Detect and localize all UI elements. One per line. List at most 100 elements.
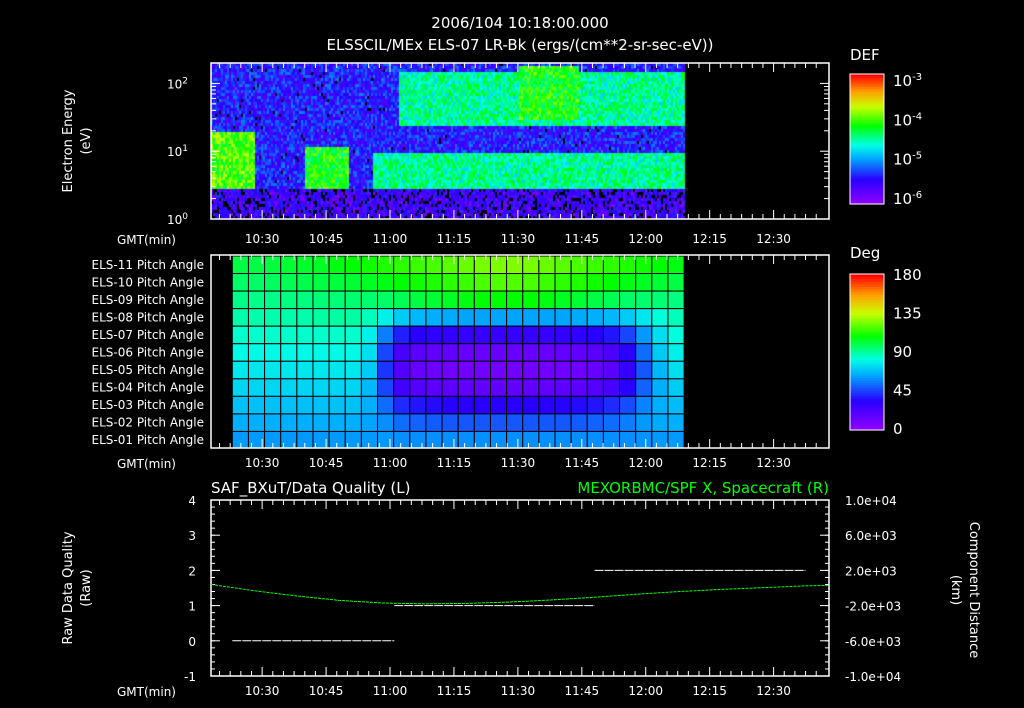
panel3-ylabel-left-unit: (Raw) [79,569,94,607]
pitch-cell [651,360,669,380]
panel1-xlabel: GMT(min) [117,233,176,247]
plot-canvas: 2006/104 10:18:00.000 ELSSCIL/MEx ELS-07… [61,14,981,699]
pitch-cell [425,343,443,362]
pitch-cell [312,413,330,432]
pitch-cell [635,378,653,397]
pitch-cell [570,290,588,310]
pitch-cell [538,273,556,292]
colorbar2-tick-label: 45 [893,382,912,400]
pitch-cell [328,413,346,432]
pitch-cell [312,378,330,397]
pitch-cell [344,378,362,397]
y-tick-label: 101 [167,144,188,159]
row-label-els-11: ELS-11 Pitch Angle [92,258,204,272]
pitch-cell [602,325,621,345]
pitch-cell [651,273,669,292]
x-tick-label: 11:15 [437,232,472,246]
pitch-cell [425,273,443,292]
panel3-title-left: SAF_BXuT/Data Quality (L) [211,479,411,498]
pitch-cell [441,360,459,380]
pitch-cell [667,360,685,380]
pitch-cell [328,273,346,292]
pitch-cell [473,430,491,450]
pitch-cell [602,290,621,310]
pitch-cell [247,343,266,362]
y-tick-label: 100 [167,212,188,227]
pitch-cell [231,325,249,345]
pitch-cell [635,325,653,345]
x-tick-label: 12:00 [628,232,663,246]
pitch-cell [602,430,621,450]
x-tick-label: 10:45 [309,456,344,470]
panel3-title-right: MEXORBMC/SPF X, Spacecraft (R) [577,479,829,497]
x-tick-label: 10:30 [245,684,280,698]
panel3-frame [210,499,830,677]
pitch-cell [296,395,314,415]
pitch-cell [377,290,395,310]
pitch-cell [619,255,637,275]
pitch-cell [538,430,556,450]
pitch-cell [602,395,621,415]
pitch-cell [489,395,508,415]
row-label-els-07: ELS-07 Pitch Angle [92,328,204,342]
pitch-cell [360,413,379,432]
pitch-cell [489,325,508,345]
pitch-cell [360,325,379,345]
pitch-cell [328,325,346,345]
spectrogram-image [211,63,829,219]
pitch-cell [264,413,282,432]
x-tick-label: 12:15 [692,232,727,246]
pitch-cell [296,413,314,432]
pitch-cell [473,255,491,275]
pitch-cell [409,273,427,292]
pitch-cell [570,378,588,397]
y-left-tick-label: 1 [188,600,196,614]
pitch-cell [231,360,249,380]
row-label-els-04: ELS-04 Pitch Angle [92,381,204,395]
pitch-cell [489,273,508,292]
pitch-cell [619,343,637,362]
pitch-cell [264,273,282,292]
pitch-cell [377,308,395,327]
pitch-cell [602,308,621,327]
pitch-cell [344,290,362,310]
pitch-cell [570,413,588,432]
pitch-cell [457,290,475,310]
plot-title: 2006/104 10:18:00.000 [431,14,608,32]
y-right-tick-label: -1.0e+04 [845,670,901,684]
pitch-cell [506,378,524,397]
pitch-cell [619,290,637,310]
pitch-cell [296,360,314,380]
pitch-cell [328,395,346,415]
pitch-cell [619,395,637,415]
pitch-cell [489,360,508,380]
pitch-cell [360,378,379,397]
pitch-cell [554,325,572,345]
x-tick-label: 12:30 [756,232,791,246]
pitch-cell [506,290,524,310]
pitch-cell [296,290,314,310]
pitch-cell [522,378,540,397]
pitch-cell [506,255,524,275]
pitch-cell [635,413,653,432]
panel1-ylabel-unit: (eV) [79,127,94,154]
y-left-tick-label: 0 [188,635,196,649]
panel3-xlabel: GMT(min) [117,685,176,699]
pitch-cell [619,378,637,397]
pitch-cell [409,413,427,432]
pitch-cell [586,343,604,362]
pitch-cell [570,343,588,362]
pitch-cell [554,378,572,397]
pitch-cell [377,360,395,380]
pitch-cell [264,325,282,345]
pitch-cell [651,413,669,432]
pitch-cell [280,395,298,415]
pitch-cell [393,430,411,450]
row-label-els-06: ELS-06 Pitch Angle [92,346,204,360]
pitch-cell [393,273,411,292]
pitch-cell [231,290,249,310]
pitch-cell [409,255,427,275]
pitch-cell [425,290,443,310]
pitch-cell [409,308,427,327]
pitch-cell [360,343,379,362]
